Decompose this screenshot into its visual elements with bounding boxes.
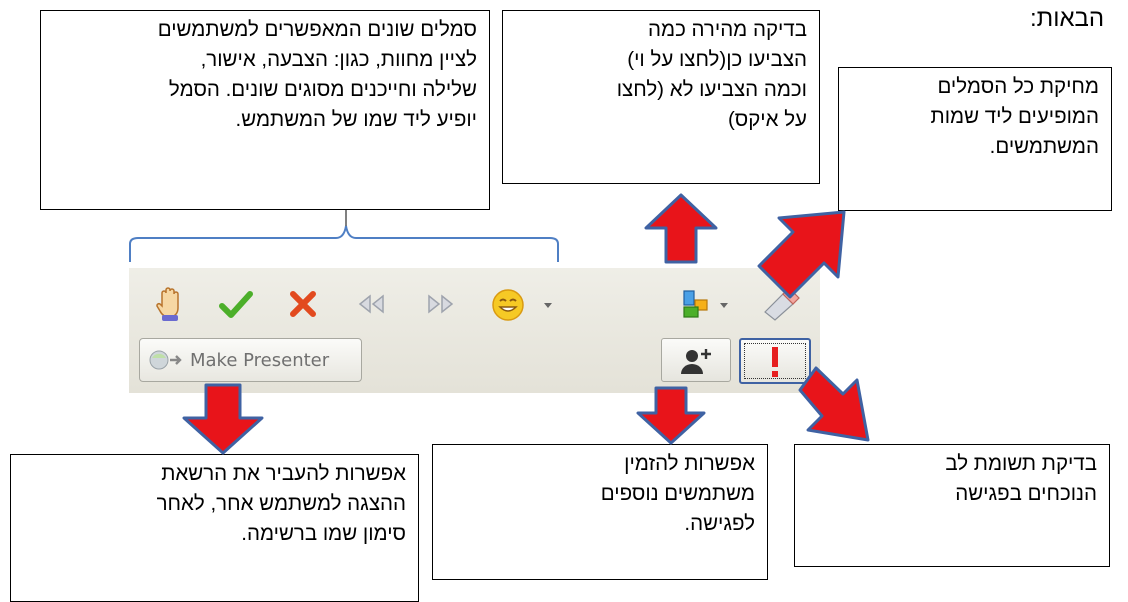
arrow-up-vote-check [644,193,718,264]
arrow-diagonal-attention [798,366,870,442]
arrow-down-invite [636,386,706,445]
group-brace [129,225,559,262]
arrow-down-make-presenter [182,383,264,455]
arrow-diagonal-clear-all [757,210,846,299]
annotation-layer [129,193,870,455]
